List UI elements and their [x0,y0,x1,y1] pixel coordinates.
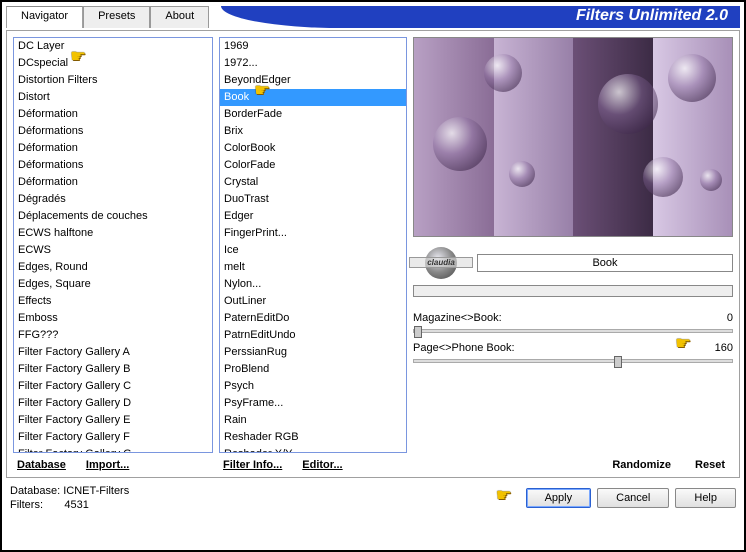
filter-item[interactable]: Brix [220,123,406,140]
category-item[interactable]: Effects [14,293,212,310]
filter-item[interactable]: Edger [220,208,406,225]
param-row: Page<>Phone Book:160 [413,339,733,357]
database-link[interactable]: Database [17,459,66,471]
param-slider[interactable] [413,359,733,363]
filter-item[interactable]: PaternEditDo [220,310,406,327]
category-item[interactable]: DCspecial [14,55,212,72]
category-item[interactable]: Filter Factory Gallery C [14,378,212,395]
main-panel: DC LayerDCspecialDistortion FiltersDisto… [6,30,740,478]
filter-item[interactable]: ColorBook [220,140,406,157]
category-item[interactable]: Filter Factory Gallery D [14,395,212,412]
category-item[interactable]: Déformations [14,123,212,140]
app-title: Filters Unlimited 2.0 [221,6,740,28]
tab-presets[interactable]: Presets [83,6,150,28]
category-item[interactable]: Distortion Filters [14,72,212,89]
filter-item[interactable]: PatrnEditUndo [220,327,406,344]
filter-item[interactable]: Reshader RGB [220,429,406,446]
filter-item[interactable]: Reshader X/Y [220,446,406,453]
filter-item[interactable]: Book [220,89,406,106]
reset-link[interactable]: Reset [695,459,725,471]
filter-item[interactable]: PerssianRug [220,344,406,361]
category-item[interactable]: Emboss [14,310,212,327]
category-item[interactable]: Filter Factory Gallery F [14,429,212,446]
category-item[interactable]: Filter Factory Gallery B [14,361,212,378]
category-item[interactable]: Déformations [14,157,212,174]
filter-item[interactable]: melt [220,259,406,276]
category-item[interactable]: Filter Factory Gallery E [14,412,212,429]
progress-bar [413,285,733,297]
filter-item[interactable]: Nylon... [220,276,406,293]
filter-item[interactable]: BeyondEdger [220,72,406,89]
filter-item[interactable]: PsyFrame... [220,395,406,412]
filter-item[interactable]: Crystal [220,174,406,191]
preview-image [413,37,733,237]
filter-info-link[interactable]: Filter Info... [223,459,282,471]
category-item[interactable]: ECWS [14,242,212,259]
param-value: 160 [701,342,733,354]
filter-item[interactable]: Psych [220,378,406,395]
category-item[interactable]: Filter Factory Gallery A [14,344,212,361]
category-item[interactable]: Distort [14,89,212,106]
help-button[interactable]: Help [675,488,736,508]
randomize-link[interactable]: Randomize [612,459,671,471]
category-item[interactable]: Déformation [14,106,212,123]
tab-navigator[interactable]: Navigator [6,6,83,28]
filter-item[interactable]: BorderFade [220,106,406,123]
category-list[interactable]: DC LayerDCspecialDistortion FiltersDisto… [13,37,213,453]
current-filter-name: Book [477,254,733,272]
category-item[interactable]: Edges, Square [14,276,212,293]
watermark-logo: claudia [413,247,469,279]
pointer-hand-icon [496,489,520,507]
editor-link[interactable]: Editor... [302,459,342,471]
filter-item[interactable]: DuoTrast [220,191,406,208]
cancel-button[interactable]: Cancel [597,488,669,508]
filter-item[interactable]: 1972... [220,55,406,72]
parameters-panel: Magazine<>Book:0 Page<>Phone Book:160 [413,309,733,369]
filter-item[interactable]: OutLiner [220,293,406,310]
category-item[interactable]: Déformation [14,140,212,157]
import-link[interactable]: Import... [86,459,129,471]
param-row: Magazine<>Book:0 [413,309,733,327]
category-item[interactable]: Filter Factory Gallery G [14,446,212,453]
category-item[interactable]: Edges, Round [14,259,212,276]
category-item[interactable]: ECWS halftone [14,225,212,242]
filter-item[interactable]: ProBlend [220,361,406,378]
filter-list[interactable]: 19691972...BeyondEdgerBookBorderFadeBrix… [219,37,407,453]
category-item[interactable]: Dégradés [14,191,212,208]
filter-item[interactable]: 1969 [220,38,406,55]
param-label: Page<>Phone Book: [413,342,701,354]
pointer-hand-icon [254,87,278,105]
apply-button[interactable]: Apply [526,488,592,508]
filter-item[interactable]: ColorFade [220,157,406,174]
tab-about[interactable]: About [150,6,209,28]
footer-info: Database: ICNET-Filters Filters: 4531 [10,484,129,512]
category-item[interactable]: Déformation [14,174,212,191]
param-label: Magazine<>Book: [413,312,701,324]
filter-item[interactable]: Ice [220,242,406,259]
param-value: 0 [701,312,733,324]
category-item[interactable]: DC Layer [14,38,212,55]
param-slider[interactable] [413,329,733,333]
pointer-hand-icon [70,53,94,71]
tab-strip: Navigator Presets About [6,6,209,28]
filter-item[interactable]: FingerPrint... [220,225,406,242]
filter-item[interactable]: Rain [220,412,406,429]
category-item[interactable]: Déplacements de couches [14,208,212,225]
category-item[interactable]: FFG??? [14,327,212,344]
